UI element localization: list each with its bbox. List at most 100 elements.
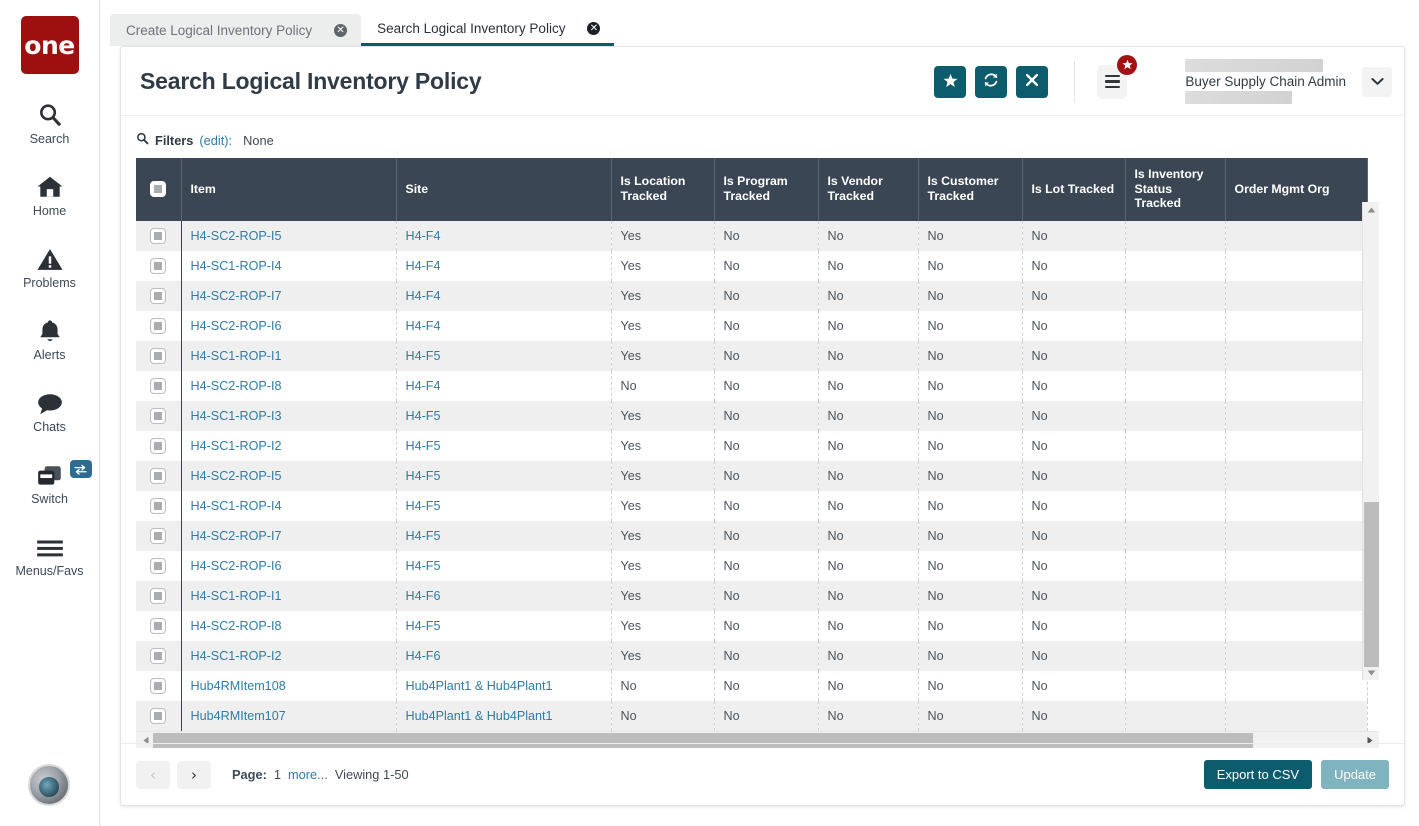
column-header-is-location-tracked[interactable]: Is Location Tracked: [611, 158, 714, 221]
previous-page-button[interactable]: ‹: [136, 761, 170, 789]
row-checkbox[interactable]: [150, 468, 166, 484]
cell-item[interactable]: H4-SC1-ROP-I3: [181, 401, 396, 431]
column-header-order-mgmt-org[interactable]: Order Mgmt Org: [1225, 158, 1367, 221]
close-circle-icon[interactable]: ✕: [587, 22, 600, 35]
row-checkbox[interactable]: [150, 408, 166, 424]
table-row[interactable]: H4-SC1-ROP-I1H4-F6YesNoNoNoNo: [136, 581, 1367, 611]
cell-item[interactable]: Hub4RMItem108: [181, 671, 396, 701]
column-header-is-vendor-tracked[interactable]: Is Vendor Tracked: [818, 158, 918, 221]
table-row[interactable]: H4-SC2-ROP-I6H4-F5YesNoNoNoNo: [136, 551, 1367, 581]
row-select-cell[interactable]: [136, 461, 181, 491]
table-row[interactable]: H4-SC1-ROP-I1H4-F5YesNoNoNoNo: [136, 341, 1367, 371]
row-checkbox[interactable]: [150, 378, 166, 394]
row-select-cell[interactable]: [136, 371, 181, 401]
row-select-cell[interactable]: [136, 521, 181, 551]
sidebar-item-switch[interactable]: Switch: [0, 458, 100, 506]
cell-item[interactable]: H4-SC1-ROP-I4: [181, 491, 396, 521]
cell-site[interactable]: Hub4Plant1 & Hub4Plant1: [396, 701, 611, 731]
row-checkbox[interactable]: [150, 258, 166, 274]
row-checkbox[interactable]: [150, 528, 166, 544]
row-select-cell[interactable]: [136, 551, 181, 581]
sidebar-item-chats[interactable]: Chats: [0, 386, 100, 434]
table-row[interactable]: Hub4RMItem108Hub4Plant1 & Hub4Plant1NoNo…: [136, 671, 1367, 701]
table-row[interactable]: H4-SC2-ROP-I5H4-F4YesNoNoNoNo: [136, 221, 1367, 251]
table-row[interactable]: Hub4RMItem107Hub4Plant1 & Hub4Plant1NoNo…: [136, 701, 1367, 731]
row-select-cell[interactable]: [136, 221, 181, 251]
tab-create-logical-inventory-policy[interactable]: Create Logical Inventory Policy ✕: [110, 14, 361, 46]
row-checkbox[interactable]: [150, 498, 166, 514]
cell-item[interactable]: H4-SC2-ROP-I7: [181, 281, 396, 311]
column-header-is-program-tracked[interactable]: Is Program Tracked: [714, 158, 818, 221]
table-row[interactable]: H4-SC1-ROP-I3H4-F5YesNoNoNoNo: [136, 401, 1367, 431]
cell-item[interactable]: H4-SC1-ROP-I1: [181, 341, 396, 371]
table-row[interactable]: H4-SC1-ROP-I2H4-F5YesNoNoNoNo: [136, 431, 1367, 461]
cell-item[interactable]: H4-SC1-ROP-I2: [181, 431, 396, 461]
table-row[interactable]: H4-SC2-ROP-I6H4-F4YesNoNoNoNo: [136, 311, 1367, 341]
table-row[interactable]: H4-SC2-ROP-I8H4-F5YesNoNoNoNo: [136, 611, 1367, 641]
row-checkbox[interactable]: [150, 318, 166, 334]
table-row[interactable]: H4-SC2-ROP-I5H4-F5YesNoNoNoNo: [136, 461, 1367, 491]
row-checkbox[interactable]: [150, 618, 166, 634]
cell-site[interactable]: H4-F5: [396, 491, 611, 521]
cell-item[interactable]: H4-SC2-ROP-I7: [181, 521, 396, 551]
close-circle-icon[interactable]: ✕: [334, 24, 347, 37]
cell-site[interactable]: H4-F5: [396, 551, 611, 581]
close-button[interactable]: [1016, 66, 1048, 98]
refresh-button[interactable]: [975, 66, 1007, 98]
cell-item[interactable]: H4-SC2-ROP-I8: [181, 611, 396, 641]
cell-site[interactable]: H4-F4: [396, 371, 611, 401]
row-select-cell[interactable]: [136, 641, 181, 671]
update-button[interactable]: Update: [1321, 760, 1389, 789]
cell-site[interactable]: H4-F4: [396, 281, 611, 311]
table-row[interactable]: H4-SC1-ROP-I4H4-F5YesNoNoNoNo: [136, 491, 1367, 521]
cell-item[interactable]: H4-SC2-ROP-I6: [181, 311, 396, 341]
vertical-scroll-thumb[interactable]: [1364, 502, 1379, 667]
cell-site[interactable]: H4-F6: [396, 581, 611, 611]
sidebar-item-problems[interactable]: Problems: [0, 242, 100, 290]
cell-site[interactable]: Hub4Plant1 & Hub4Plant1: [396, 671, 611, 701]
row-checkbox[interactable]: [150, 558, 166, 574]
cell-item[interactable]: H4-SC2-ROP-I5: [181, 461, 396, 491]
user-menu-dropdown-button[interactable]: [1362, 67, 1392, 97]
row-select-cell[interactable]: [136, 611, 181, 641]
select-all-header[interactable]: [136, 158, 181, 221]
hamburger-menu-icon[interactable]: [1097, 65, 1127, 99]
filters-edit-link[interactable]: (edit):: [199, 133, 232, 148]
scroll-down-arrow-icon[interactable]: [1363, 665, 1380, 680]
cell-item[interactable]: H4-SC1-ROP-I4: [181, 251, 396, 281]
row-checkbox[interactable]: [150, 708, 166, 724]
column-header-is-lot-tracked[interactable]: Is Lot Tracked: [1022, 158, 1125, 221]
sidebar-item-menus-favs[interactable]: Menus/Favs: [0, 530, 100, 578]
row-select-cell[interactable]: [136, 431, 181, 461]
export-to-csv-button[interactable]: Export to CSV: [1204, 760, 1312, 789]
tab-search-logical-inventory-policy[interactable]: Search Logical Inventory Policy ✕: [361, 14, 614, 46]
row-select-cell[interactable]: [136, 341, 181, 371]
row-checkbox[interactable]: [150, 438, 166, 454]
sidebar-item-alerts[interactable]: Alerts: [0, 314, 100, 362]
favorite-button[interactable]: [934, 66, 966, 98]
cell-site[interactable]: H4-F4: [396, 251, 611, 281]
table-row[interactable]: H4-SC2-ROP-I7H4-F4YesNoNoNoNo: [136, 281, 1367, 311]
row-select-cell[interactable]: [136, 491, 181, 521]
cell-item[interactable]: H4-SC2-ROP-I5: [181, 221, 396, 251]
cell-site[interactable]: H4-F5: [396, 611, 611, 641]
cell-item[interactable]: H4-SC1-ROP-I1: [181, 581, 396, 611]
cell-site[interactable]: H4-F5: [396, 521, 611, 551]
table-row[interactable]: H4-SC2-ROP-I8H4-F4NoNoNoNoNo: [136, 371, 1367, 401]
table-row[interactable]: H4-SC2-ROP-I7H4-F5YesNoNoNoNo: [136, 521, 1367, 551]
cell-item[interactable]: H4-SC2-ROP-I6: [181, 551, 396, 581]
row-select-cell[interactable]: [136, 581, 181, 611]
cell-item[interactable]: H4-SC1-ROP-I2: [181, 641, 396, 671]
more-pages-link[interactable]: more...: [288, 767, 328, 782]
cell-site[interactable]: H4-F5: [396, 431, 611, 461]
row-select-cell[interactable]: [136, 671, 181, 701]
row-select-cell[interactable]: [136, 251, 181, 281]
cell-site[interactable]: H4-F5: [396, 461, 611, 491]
row-checkbox[interactable]: [150, 288, 166, 304]
avatar[interactable]: [28, 764, 70, 806]
table-row[interactable]: H4-SC1-ROP-I2H4-F6YesNoNoNoNo: [136, 641, 1367, 671]
cell-site[interactable]: H4-F5: [396, 401, 611, 431]
column-header-is-inventory-status-tracked[interactable]: Is Inventory Status Tracked: [1125, 158, 1225, 221]
table-row[interactable]: H4-SC1-ROP-I4H4-F4YesNoNoNoNo: [136, 251, 1367, 281]
cell-item[interactable]: Hub4RMItem107: [181, 701, 396, 731]
